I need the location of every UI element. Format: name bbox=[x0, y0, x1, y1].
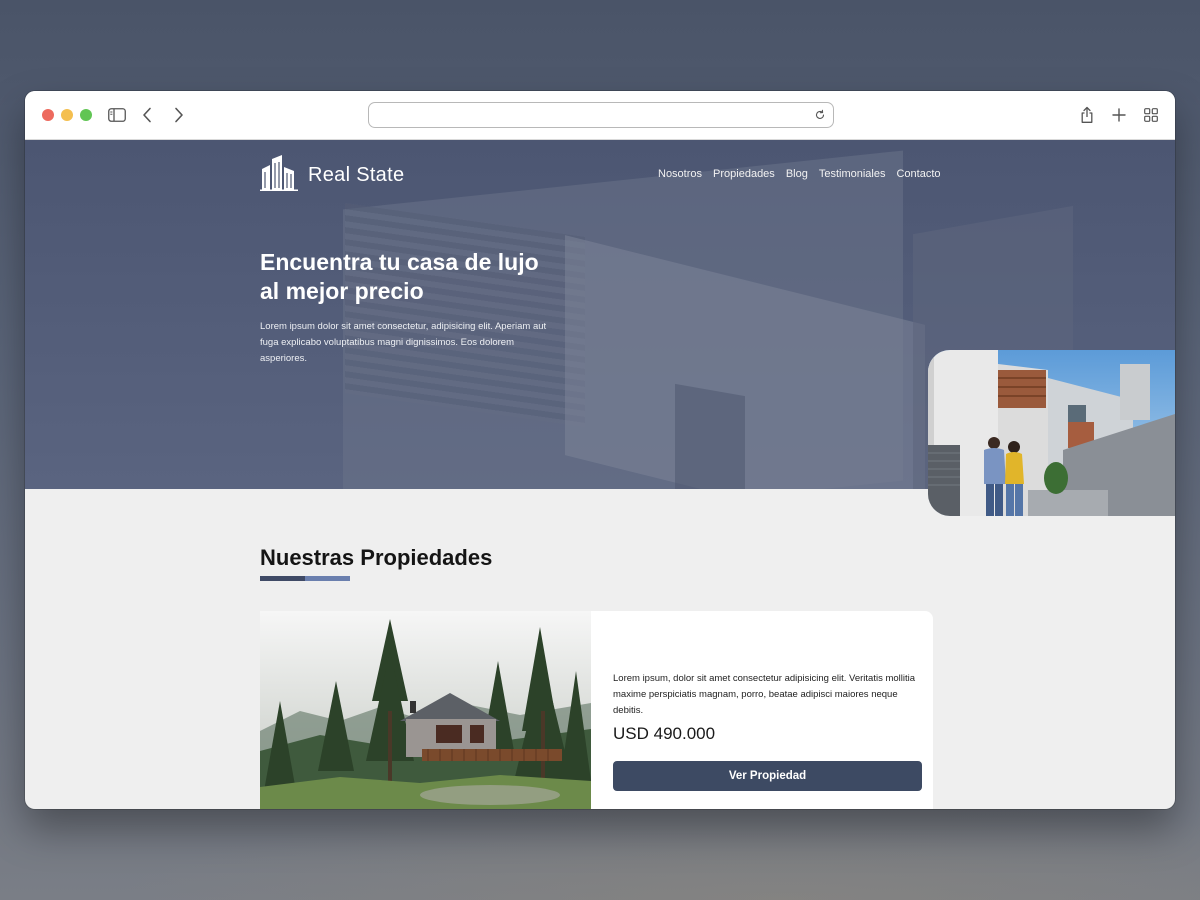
site-logo[interactable]: Real State bbox=[260, 155, 404, 196]
nav-link-contacto[interactable]: Contacto bbox=[896, 168, 940, 180]
nav-link-testimoniales[interactable]: Testimoniales bbox=[819, 168, 886, 180]
hero-background-window bbox=[675, 383, 745, 489]
share-icon[interactable] bbox=[1075, 103, 1099, 127]
section-title: Nuestras Propiedades bbox=[260, 545, 492, 571]
hero-title: Encuentra tu casa de lujo al mejor preci… bbox=[260, 249, 539, 304]
back-arrow-icon[interactable] bbox=[135, 103, 159, 127]
close-window-button[interactable] bbox=[42, 109, 54, 121]
nav-link-blog[interactable]: Blog bbox=[786, 168, 808, 180]
plus-icon[interactable] bbox=[1107, 103, 1131, 127]
property-price: USD 490.000 bbox=[613, 724, 716, 743]
nav-link-nosotros[interactable]: Nosotros bbox=[658, 168, 702, 180]
couple-house-photo bbox=[928, 350, 1175, 516]
property-description: Lorem ipsum, dolor sit amet consectetur … bbox=[613, 673, 916, 716]
hero-description: Lorem ipsum dolor sit amet consectetur, … bbox=[260, 321, 547, 364]
forest-house-photo bbox=[260, 611, 591, 809]
sidebar-icon[interactable] bbox=[105, 103, 129, 127]
section-title-light: Nuestras bbox=[260, 545, 355, 570]
browser-window: Real State Nosotros Propiedades Blog Tes… bbox=[25, 91, 1175, 809]
property-card: Lorem ipsum, dolor sit amet consectetur … bbox=[260, 611, 933, 809]
main-navigation: Nosotros Propiedades Blog Testimoniales … bbox=[658, 168, 941, 180]
reload-icon[interactable] bbox=[812, 107, 828, 123]
address-bar[interactable] bbox=[368, 102, 834, 128]
browser-toolbar bbox=[25, 91, 1175, 140]
zoom-window-button[interactable] bbox=[80, 109, 92, 121]
buildings-logo-icon bbox=[260, 155, 298, 196]
nav-link-propiedades[interactable]: Propiedades bbox=[713, 168, 775, 180]
logo-text: Real State bbox=[308, 164, 405, 186]
forward-arrow-icon[interactable] bbox=[167, 103, 191, 127]
tab-overview-icon[interactable] bbox=[1139, 103, 1163, 127]
minimize-window-button[interactable] bbox=[61, 109, 73, 121]
section-title-underline bbox=[260, 576, 350, 581]
hero-background-slats bbox=[345, 203, 585, 427]
view-property-button[interactable]: Ver Propiedad bbox=[613, 761, 922, 791]
section-title-bold: Propiedades bbox=[360, 545, 493, 570]
